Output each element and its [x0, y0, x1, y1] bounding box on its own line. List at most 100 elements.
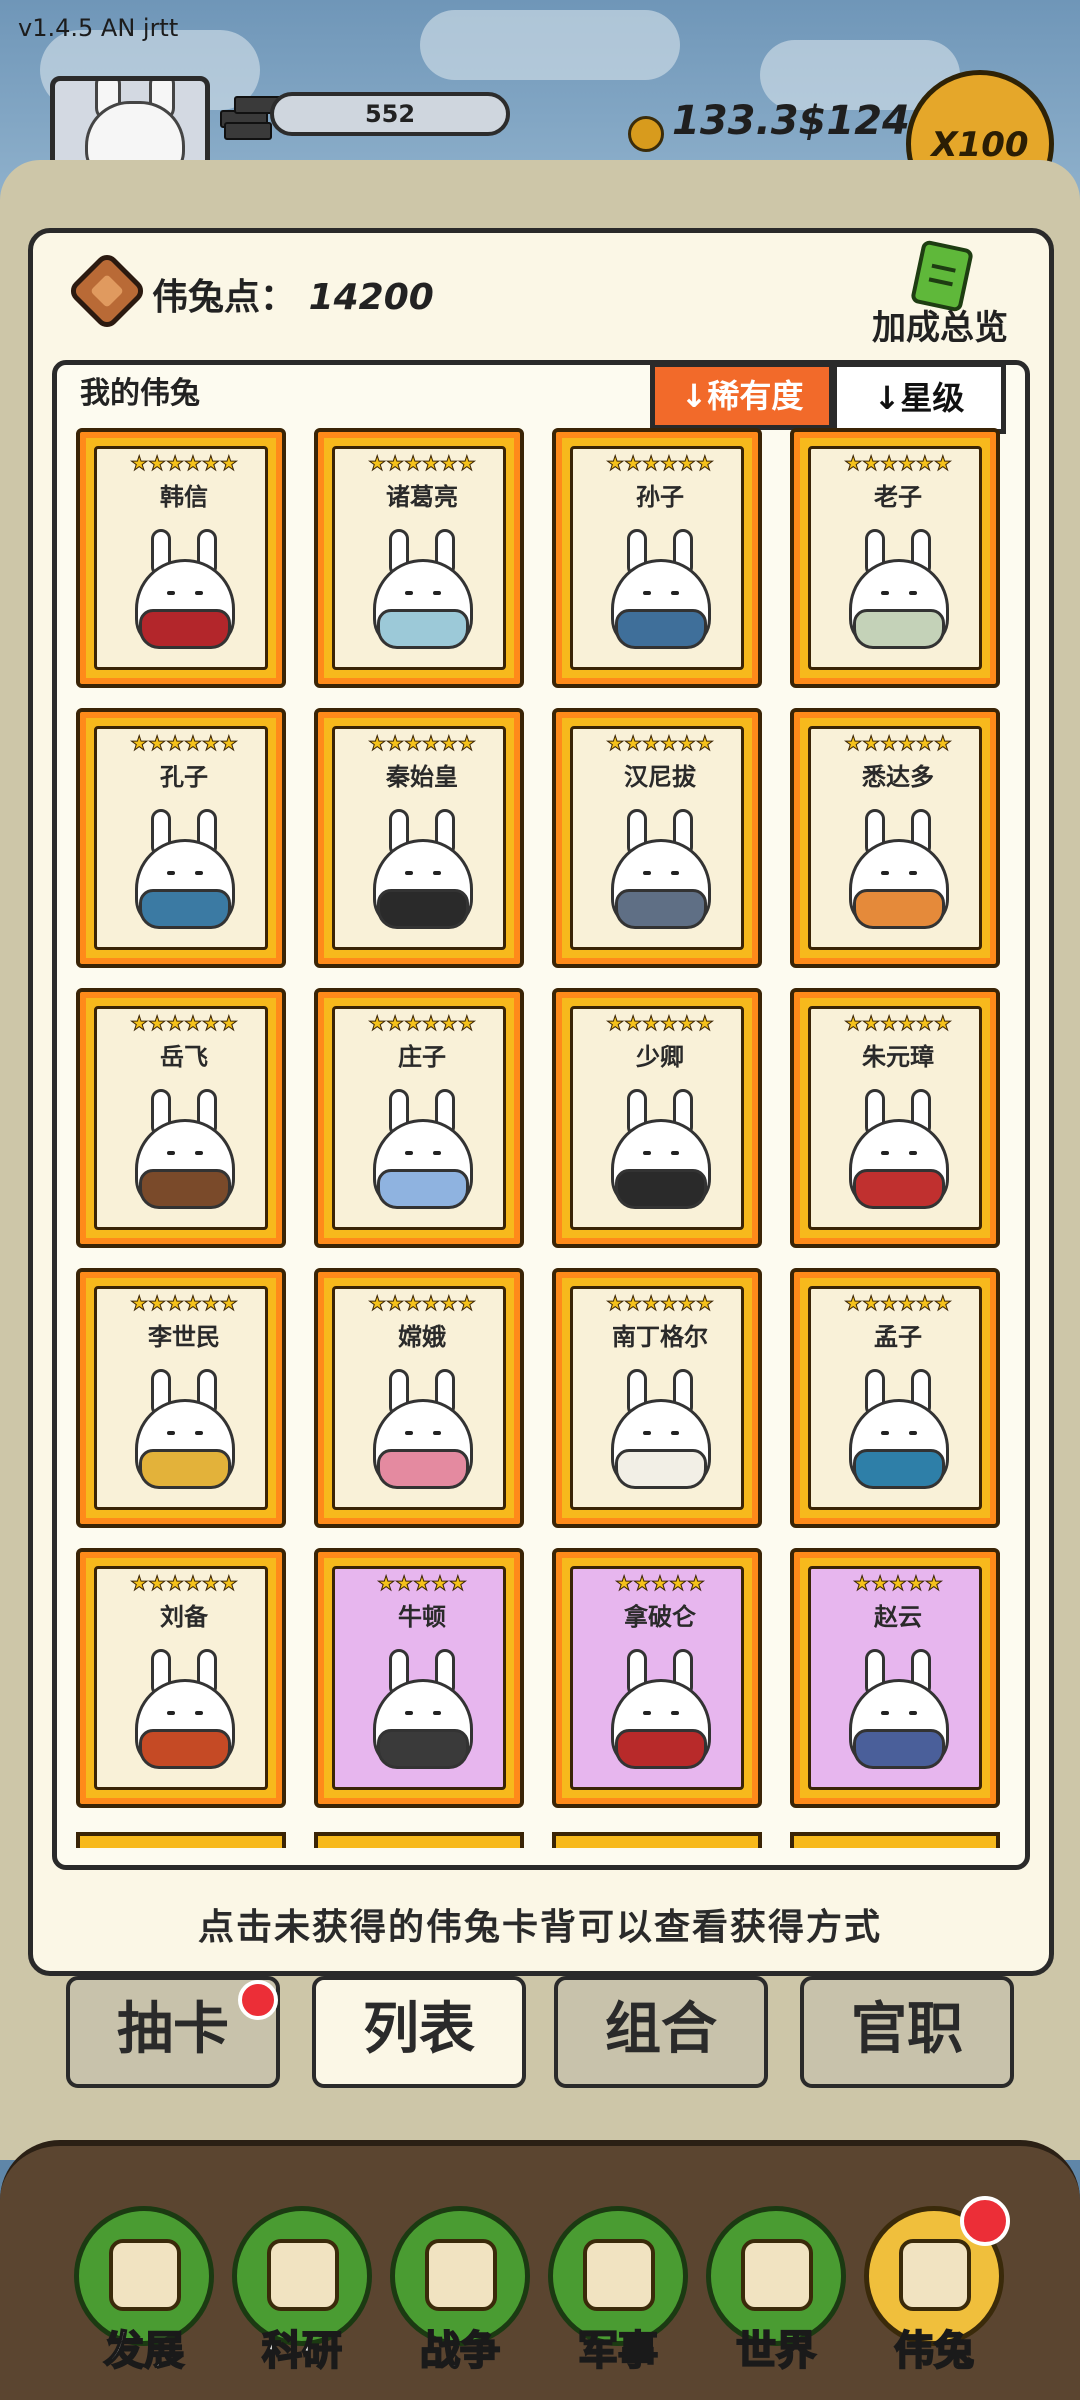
- hero-name: 赵云: [874, 1603, 922, 1631]
- hero-portrait: [611, 809, 711, 929]
- card-face: ★★★★★★ 嫦娥: [332, 1286, 506, 1510]
- card-face: ★★★★★★ 南丁格尔: [570, 1286, 744, 1510]
- card-face: ★★★★★★ 朱元璋: [808, 1006, 982, 1230]
- hero-portrait: [135, 1089, 235, 1209]
- card-face: ★★★★★★ 李世民: [94, 1286, 268, 1510]
- hero-portrait: [849, 809, 949, 929]
- hero-card[interactable]: ★★★★★★ 刘备: [76, 1548, 286, 1808]
- nav-label: 伟兔: [893, 2327, 975, 2375]
- nav-label: 军事: [577, 2327, 659, 2375]
- tab-combo[interactable]: 组合: [554, 1976, 768, 2088]
- card-face: ★★★★★★ 秦始皇: [332, 726, 506, 950]
- hero-portrait: [135, 809, 235, 929]
- hint-text: 点击未获得的伟兔卡背可以查看获得方式: [197, 1907, 882, 1948]
- hero-card[interactable]: ★★★★★★ 朱元璋: [790, 988, 1000, 1248]
- partial-card[interactable]: [552, 1832, 762, 1848]
- nav-label: 世界: [735, 2327, 817, 2375]
- card-face: ★★★★★★ 庄子: [332, 1006, 506, 1230]
- hero-card[interactable]: ★★★★★★ 庄子: [314, 988, 524, 1248]
- hero-card[interactable]: ★★★★★★ 嫦娥: [314, 1268, 524, 1528]
- hero-card[interactable]: ★★★★★ 牛顿: [314, 1548, 524, 1808]
- hero-portrait: [373, 809, 473, 929]
- hero-name: 汉尼拔: [624, 763, 696, 791]
- hero-name: 嫦娥: [398, 1323, 446, 1351]
- hero-card[interactable]: ★★★★★★ 孟子: [790, 1268, 1000, 1528]
- star-rating: ★★★★★: [615, 1571, 706, 1596]
- hero-card[interactable]: ★★★★★★ 诸葛亮: [314, 428, 524, 688]
- hero-card[interactable]: ★★★★★★ 少卿: [552, 988, 762, 1248]
- bunny-card-icon: [899, 2239, 971, 2311]
- hero-portrait: [373, 1649, 473, 1769]
- hero-name: 牛顿: [398, 1603, 446, 1631]
- card-face: ★★★★★★ 诸葛亮: [332, 446, 506, 670]
- partial-card[interactable]: [314, 1832, 524, 1848]
- star-rating: ★★★★★★: [606, 1291, 715, 1316]
- nav-label: 发展: [103, 2327, 185, 2375]
- hero-portrait: [135, 529, 235, 649]
- star-rating: ★★★★★★: [844, 451, 953, 476]
- hero-card[interactable]: ★★★★★★ 李世民: [76, 1268, 286, 1528]
- hero-name: 孔子: [160, 763, 208, 791]
- card-face: ★★★★★ 牛顿: [332, 1566, 506, 1790]
- card-face: ★★★★★★ 汉尼拔: [570, 726, 744, 950]
- star-rating: ★★★★★: [853, 1571, 944, 1596]
- hero-card[interactable]: ★★★★★ 赵云: [790, 1548, 1000, 1808]
- hero-portrait: [611, 1369, 711, 1489]
- hero-portrait: [611, 1649, 711, 1769]
- sort-by-rarity-button[interactable]: ↓稀有度: [650, 362, 834, 430]
- hero-card[interactable]: ★★★★★★ 汉尼拔: [552, 708, 762, 968]
- version-label: v1.4.5 AN jrtt: [18, 14, 179, 42]
- globe-icon: [741, 2239, 813, 2311]
- hero-card[interactable]: ★★★★★★ 岳飞: [76, 988, 286, 1248]
- partial-card[interactable]: [76, 1832, 286, 1848]
- star-rating: ★★★★★★: [368, 731, 477, 756]
- card-face: ★★★★★★ 韩信: [94, 446, 268, 670]
- hero-card[interactable]: ★★★★★★ 孔子: [76, 708, 286, 968]
- hero-name: 韩信: [160, 483, 208, 511]
- nav-label: 战争: [419, 2327, 501, 2375]
- hero-name: 悉达多: [862, 763, 934, 791]
- card-face: ★★★★★★ 孙子: [570, 446, 744, 670]
- tab-list[interactable]: 列表: [312, 1976, 526, 2088]
- star-rating: ★★★★★★: [130, 731, 239, 756]
- star-rating: ★★★★★★: [130, 1571, 239, 1596]
- hero-name: 庄子: [398, 1043, 446, 1071]
- hero-name: 老子: [874, 483, 922, 511]
- bonus-overview-button[interactable]: 加成总览: [872, 300, 1008, 349]
- hero-card[interactable]: ★★★★★★ 老子: [790, 428, 1000, 688]
- hero-portrait: [611, 529, 711, 649]
- star-rating: ★★★★★★: [130, 451, 239, 476]
- tab-rank[interactable]: 官职: [800, 1976, 1014, 2088]
- coin-amount: 133.3$1246: [672, 98, 938, 144]
- partial-card[interactable]: [790, 1832, 1000, 1848]
- hero-portrait: [849, 1089, 949, 1209]
- hero-card[interactable]: ★★★★★★ 南丁格尔: [552, 1268, 762, 1528]
- hero-portrait: [849, 529, 949, 649]
- resource-counter: 552: [270, 92, 510, 136]
- notification-dot: [960, 2196, 1010, 2246]
- hero-card[interactable]: ★★★★★★ 秦始皇: [314, 708, 524, 968]
- star-rating: ★★★★★★: [844, 731, 953, 756]
- hero-portrait: [373, 529, 473, 649]
- hero-name: 刘备: [160, 1603, 208, 1631]
- research-flask-icon: [267, 2239, 339, 2311]
- hero-portrait: [135, 1649, 235, 1769]
- hero-portrait: [373, 1089, 473, 1209]
- notification-dot: [238, 1980, 278, 2020]
- sort-by-star-button[interactable]: ↓星级: [832, 362, 1006, 434]
- hero-name: 岳飞: [160, 1043, 208, 1071]
- hero-card[interactable]: ★★★★★ 拿破仑: [552, 1548, 762, 1808]
- star-rating: ★★★★★★: [130, 1011, 239, 1036]
- star-rating: ★★★★★★: [606, 731, 715, 756]
- star-rating: ★★★★★★: [844, 1291, 953, 1316]
- star-rating: ★★★★★: [377, 1571, 468, 1596]
- card-face: ★★★★★★ 老子: [808, 446, 982, 670]
- star-rating: ★★★★★★: [606, 1011, 715, 1036]
- points-display: 伟兔点： 14200: [152, 268, 434, 320]
- hero-name: 孙子: [636, 483, 684, 511]
- hero-card[interactable]: ★★★★★★ 韩信: [76, 428, 286, 688]
- hero-card[interactable]: ★★★★★★ 孙子: [552, 428, 762, 688]
- military-helmet-icon: [583, 2239, 655, 2311]
- hero-card[interactable]: ★★★★★★ 悉达多: [790, 708, 1000, 968]
- points-label: 伟兔点：: [152, 277, 297, 318]
